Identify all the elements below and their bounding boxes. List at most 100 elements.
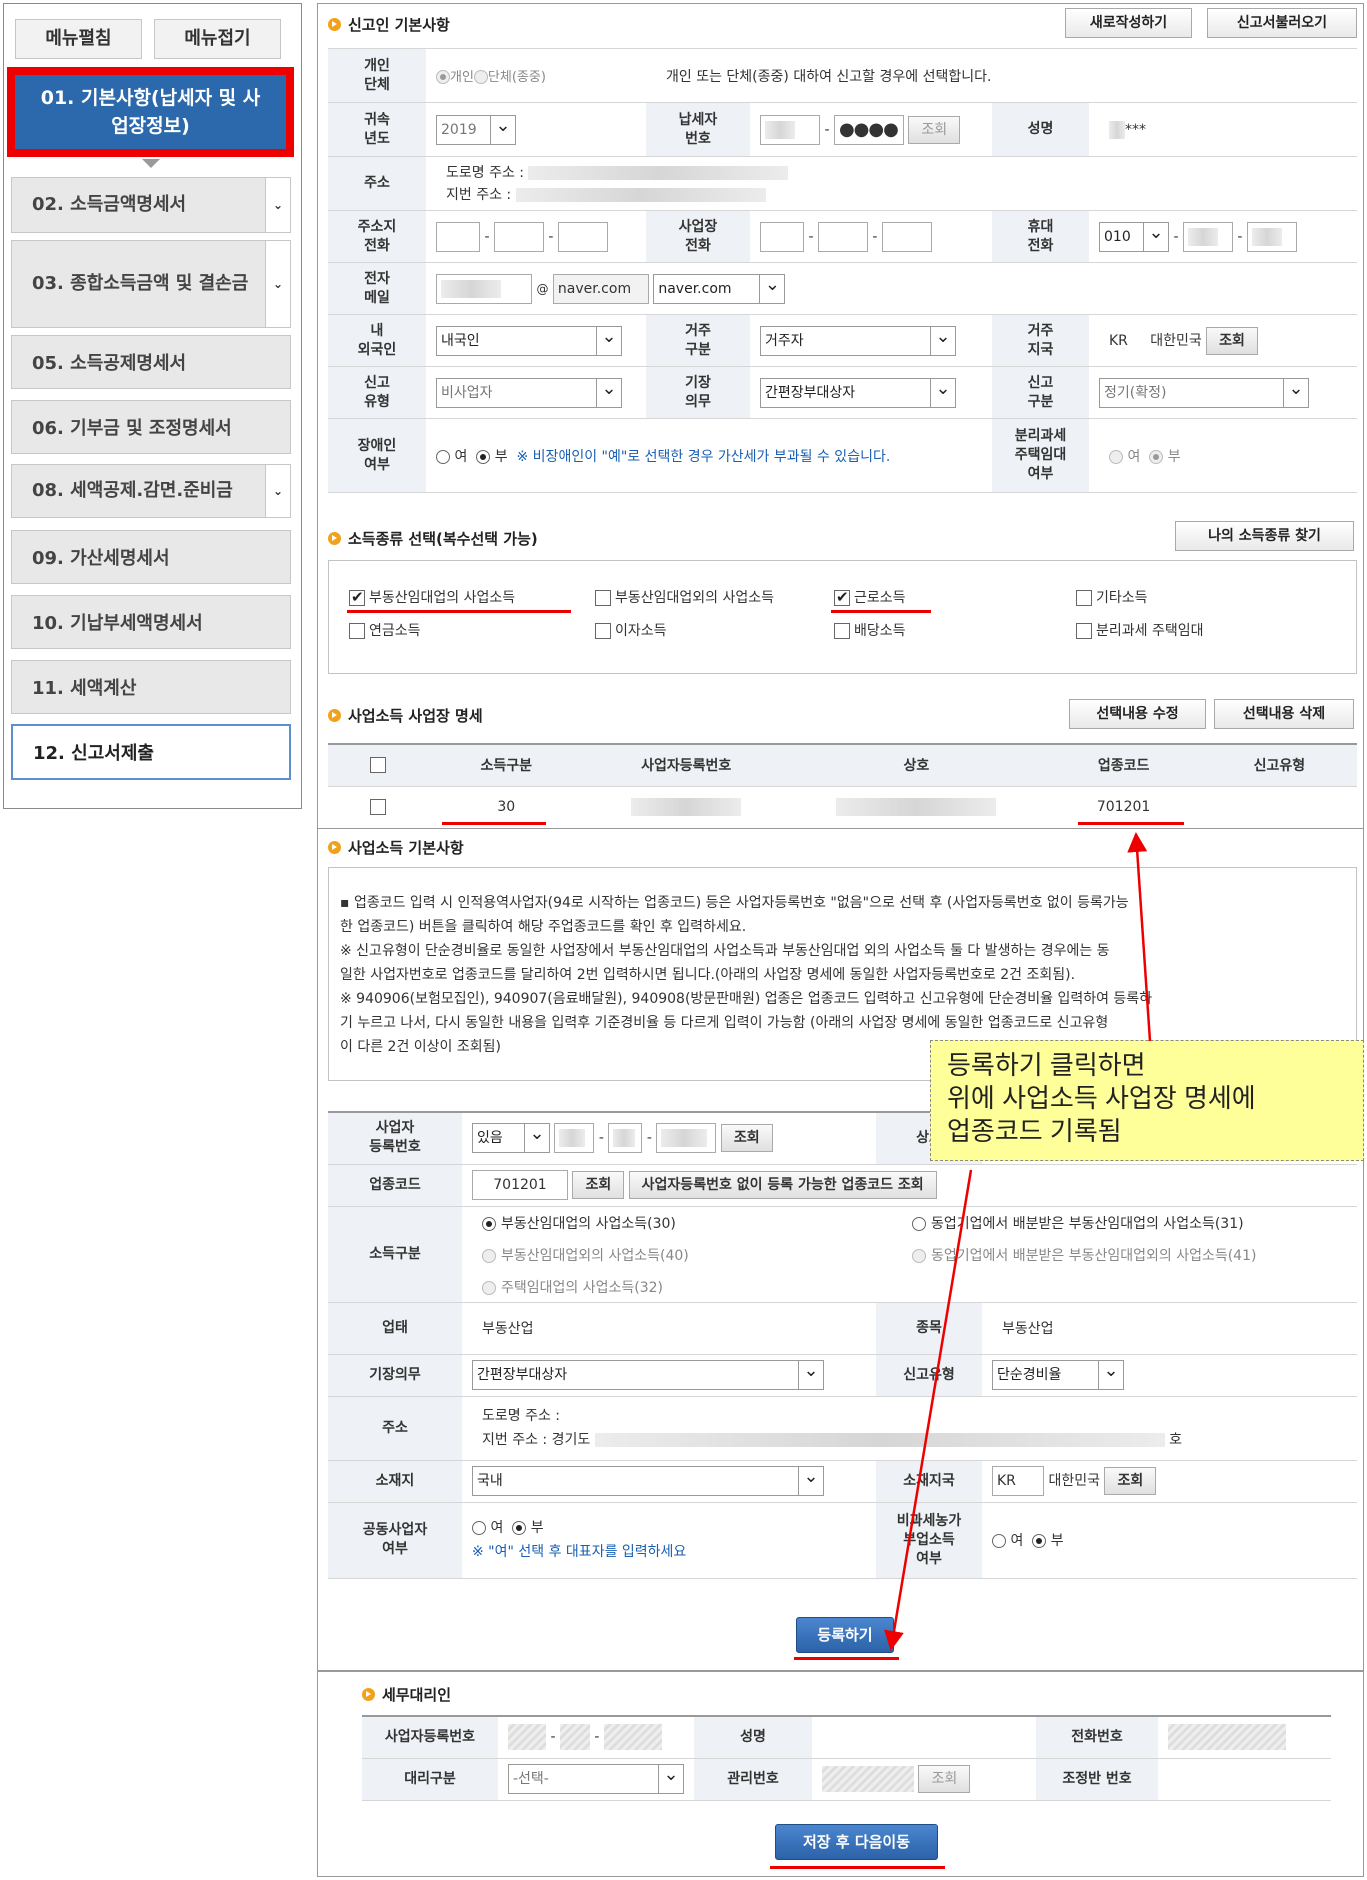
location-label: 소재지 xyxy=(328,1459,462,1503)
select-all-checkbox[interactable] xyxy=(369,757,386,774)
taxpayer-lookup-button[interactable]: 조회 xyxy=(908,115,961,144)
industry-code-input[interactable]: 701201 xyxy=(472,1170,568,1200)
biz-phone-2[interactable] xyxy=(817,221,868,252)
bookkeeping-select[interactable]: 간편장부대상자 xyxy=(760,377,956,408)
industry-code-lookup[interactable]: 조회 xyxy=(572,1171,625,1199)
home-phone-3[interactable] xyxy=(557,221,608,252)
income-type-item[interactable]: 이자소득 xyxy=(595,620,667,640)
income-type-item[interactable]: 배당소득 xyxy=(834,620,906,640)
group-option: 단체(종중) xyxy=(487,70,546,85)
email-id-input[interactable] xyxy=(436,273,532,304)
income-class-radio[interactable] xyxy=(482,1217,496,1231)
step-01-basic-info[interactable]: 01. 기본사항(납세자 및 사업장정보) xyxy=(15,75,286,149)
sidebar-step[interactable]: 03. 종합소득금액 및 결손금 ⌄ xyxy=(11,240,291,328)
income-type-item[interactable]: 분리과세 주택임대 xyxy=(1076,620,1204,640)
biz-phone-3[interactable] xyxy=(881,221,932,252)
location-country-lookup[interactable]: 조회 xyxy=(1104,1467,1157,1495)
sidebar-step[interactable]: 02. 소득금액명세서 ⌄ xyxy=(11,177,291,233)
adjust-no-label: 조정반 번호 xyxy=(1036,1757,1158,1801)
joint-yes-radio[interactable] xyxy=(472,1521,486,1535)
sidebar-step[interactable]: 11. 세액계산 xyxy=(11,660,291,714)
income-class-option[interactable]: 부동산임대업의 사업소득(30) xyxy=(482,1213,676,1233)
income-type-checkbox[interactable] xyxy=(595,623,611,639)
disabled-yes-radio[interactable] xyxy=(436,449,450,464)
income-type-item[interactable]: 연금소득 xyxy=(349,620,421,640)
delete-selected-button[interactable]: 선택내용 삭제 xyxy=(1214,699,1354,729)
income-class-option-label: 동업기업에서 배분받은 부동산임대업외의 사업소득(41) xyxy=(931,1248,1257,1264)
sidebar-step[interactable]: 08. 세액공제.감면.준비금 ⌄ xyxy=(11,464,291,518)
reg-no-1[interactable] xyxy=(554,1123,595,1154)
sidebar-step[interactable]: 09. 가산세명세서 xyxy=(11,530,291,584)
income-type-checkbox[interactable] xyxy=(349,623,365,639)
section-bullet-icon xyxy=(362,1688,375,1701)
nontax-yes-radio[interactable] xyxy=(992,1534,1006,1548)
row-checkbox[interactable] xyxy=(369,799,386,815)
mobile-3[interactable] xyxy=(1246,221,1297,252)
mobile-prefix-select[interactable]: 010 xyxy=(1099,221,1169,252)
home-phone-1[interactable] xyxy=(436,221,480,252)
save-next-button[interactable]: 저장 후 다음이동 xyxy=(775,1824,938,1860)
mobile-2[interactable] xyxy=(1182,221,1233,252)
income-type-item[interactable]: 기타소득 xyxy=(1076,587,1148,607)
agent-reg-no-1 xyxy=(508,1724,546,1751)
address-label: 주소 xyxy=(328,156,426,211)
nationality-select[interactable]: 내국인 xyxy=(436,325,622,356)
group-radio xyxy=(473,70,488,84)
nontax-no-radio[interactable] xyxy=(1032,1534,1047,1548)
income-type-checkbox[interactable] xyxy=(349,588,365,606)
new-report-button[interactable]: 새로작성하기 xyxy=(1065,8,1192,38)
income-type-item[interactable]: 근로소득 xyxy=(834,587,906,607)
income-type-item[interactable]: 부동산임대업외의 사업소득 xyxy=(595,587,774,607)
edit-selected-button[interactable]: 선택내용 수정 xyxy=(1069,699,1206,729)
biz-basic-title: 사업소득 기본사항 xyxy=(328,837,464,858)
report-type-select-2[interactable]: 단순경비율 xyxy=(992,1360,1124,1390)
income-type-checkbox[interactable] xyxy=(1076,590,1092,606)
reg-no-lookup[interactable]: 조회 xyxy=(720,1124,773,1153)
chevron-down-icon[interactable]: ⌄ xyxy=(265,240,291,328)
income-class-option[interactable]: 동업기업에서 배분받은 부동산임대업의 사업소득(31) xyxy=(912,1213,1244,1233)
residence-country-lookup[interactable]: 조회 xyxy=(1206,326,1258,355)
menu-collapse-button[interactable]: 메뉴접기 xyxy=(154,19,281,59)
taxpayer-no-back[interactable]: ●●●● xyxy=(833,114,904,145)
biz-list-select-all[interactable] xyxy=(328,743,428,787)
year-select[interactable]: 2019 xyxy=(436,114,516,145)
sidebar-step[interactable]: 06. 기부금 및 조정명세서 xyxy=(11,400,291,454)
income-type-checkbox[interactable] xyxy=(834,623,850,639)
menu-expand-button[interactable]: 메뉴펼침 xyxy=(15,19,142,59)
taxpayer-no-front[interactable] xyxy=(760,114,820,145)
separate-tax-no-label: 부 xyxy=(1167,448,1181,465)
email-domain-select[interactable]: naver.com xyxy=(653,273,786,304)
location-select[interactable]: 국내 xyxy=(472,1466,824,1496)
income-type-item[interactable]: 부동산임대업의 사업소득 xyxy=(349,587,515,607)
step-01-highlight[interactable]: 01. 기본사항(납세자 및 사업장정보) xyxy=(7,67,294,157)
report-type-select[interactable]: 비사업자 xyxy=(436,377,622,408)
notice-text: ▪ 업종코드 입력 시 인적용역사업자(94로 시작하는 업종코드) 등은 사업… xyxy=(340,891,1350,1059)
load-report-button[interactable]: 신고서불러오기 xyxy=(1207,8,1357,38)
disabled-no-radio[interactable] xyxy=(476,449,491,464)
income-type-checkbox[interactable] xyxy=(595,590,611,606)
location-country-code[interactable]: KR xyxy=(992,1466,1044,1496)
chevron-down-icon[interactable]: ⌄ xyxy=(265,464,291,518)
residence-type-select[interactable]: 거주자 xyxy=(760,325,956,356)
no-reg-industry-lookup-button[interactable]: 사업자등록번호 없이 등록 가능한 업종코드 조회 xyxy=(628,1171,937,1199)
reg-no-3[interactable] xyxy=(656,1123,717,1154)
bookkeeping-select-2[interactable]: 간편장부대상자 xyxy=(472,1360,824,1390)
income-class-radio[interactable] xyxy=(912,1217,926,1231)
biz-phone-label: 사업장 전화 xyxy=(646,210,750,263)
reg-no-select[interactable]: 있음 xyxy=(472,1123,550,1154)
email-domain-input[interactable]: naver.com xyxy=(552,273,649,304)
sidebar-step[interactable]: 05. 소득공제명세서 xyxy=(11,335,291,389)
find-income-type-button[interactable]: 나의 소득종류 찾기 xyxy=(1175,521,1354,551)
register-button[interactable]: 등록하기 xyxy=(796,1617,894,1653)
agent-class-select[interactable]: -선택- xyxy=(508,1764,684,1794)
report-class-select[interactable]: 정기(확정) xyxy=(1099,377,1309,408)
income-type-checkbox[interactable] xyxy=(834,588,850,606)
biz-phone-1[interactable] xyxy=(760,221,804,252)
sidebar-step[interactable]: 12. 신고서제출 xyxy=(11,724,291,780)
home-phone-2[interactable] xyxy=(493,221,544,252)
income-type-checkbox[interactable] xyxy=(1076,623,1092,639)
joint-no-radio[interactable] xyxy=(512,1521,527,1535)
reg-no-2[interactable] xyxy=(608,1123,643,1154)
chevron-down-icon[interactable]: ⌄ xyxy=(265,177,291,233)
sidebar-step[interactable]: 10. 기납부세액명세서 xyxy=(11,595,291,649)
